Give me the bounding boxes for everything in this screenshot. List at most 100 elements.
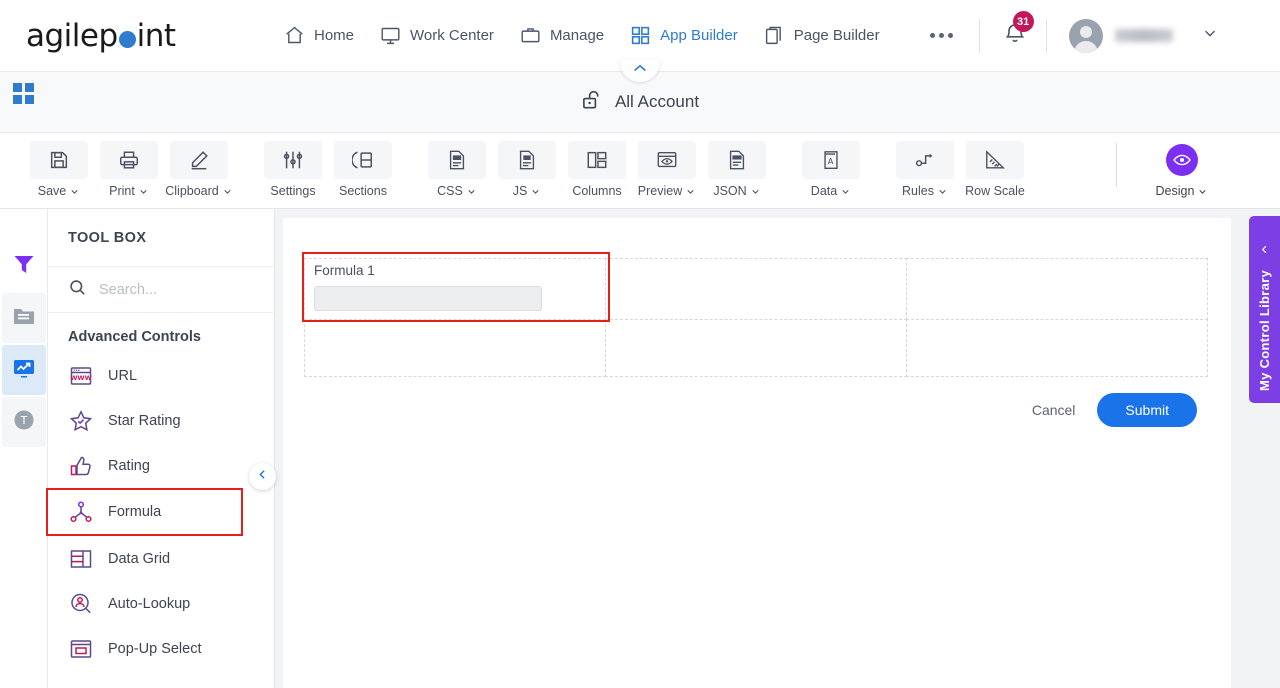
- toolbox-search[interactable]: [48, 267, 274, 313]
- chevron-down-icon: [140, 189, 147, 194]
- toolbar-button-print[interactable]: Print: [94, 139, 164, 198]
- text-t-icon: T: [12, 408, 36, 437]
- toolbar-button-json[interactable]: JSON: [702, 139, 772, 198]
- chevron-down-icon: [1199, 189, 1207, 194]
- columns-layout-icon: [568, 141, 626, 179]
- dot-icon: [938, 33, 944, 38]
- collapse-toolbox-button[interactable]: [249, 463, 276, 490]
- toolbox-label-rating: Rating: [108, 457, 150, 474]
- toolbar-button-row-scale[interactable]: Row Scale: [960, 139, 1030, 198]
- agilepoint-logo[interactable]: agilep int: [26, 18, 192, 54]
- chevron-down-icon: [468, 189, 475, 194]
- toolbar-label-columns: Columns: [572, 184, 622, 198]
- toolbar-button-rules[interactable]: Rules: [890, 139, 960, 198]
- rail-item-templates[interactable]: [1, 293, 46, 343]
- save-floppy-icon: [30, 141, 88, 179]
- url-www-icon: WWW: [68, 364, 94, 388]
- grid-square-icon: [25, 83, 34, 92]
- my-control-library-tab[interactable]: My Control Library: [1249, 216, 1280, 403]
- toolbar-label-design: Design: [1155, 184, 1195, 198]
- home-icon: [284, 25, 305, 46]
- toolbox-item-data-grid[interactable]: Data Grid: [48, 536, 274, 581]
- data-grid-icon: [68, 547, 94, 571]
- toolbar-label-row-scale: Row Scale: [965, 184, 1025, 198]
- nav-item-work-center[interactable]: Work Center: [380, 25, 494, 46]
- form-cell-empty[interactable]: [304, 319, 606, 377]
- rail-item-analytics[interactable]: [1, 345, 46, 395]
- rail-item-filter[interactable]: [2, 241, 46, 291]
- unlock-icon: [581, 88, 604, 116]
- auto-lookup-icon: [68, 592, 94, 616]
- toolbar-button-design[interactable]: Design: [1147, 139, 1217, 198]
- toolbar-button-settings[interactable]: Settings: [258, 139, 328, 198]
- more-menu-button[interactable]: [922, 25, 961, 46]
- nav-label-work-center: Work Center: [410, 27, 494, 44]
- grid-square-icon: [25, 95, 34, 104]
- toolbar-button-columns[interactable]: Columns: [562, 139, 632, 198]
- form-cell-empty[interactable]: [906, 258, 1208, 320]
- formula-field-input[interactable]: [314, 286, 542, 311]
- form-cell-empty[interactable]: [906, 319, 1208, 377]
- collapse-subheader-button[interactable]: [620, 60, 660, 82]
- json-file-icon: [708, 141, 766, 179]
- nav-item-home[interactable]: Home: [284, 25, 354, 46]
- toolbar-label-print: Print: [109, 184, 135, 198]
- toolbox-item-rating[interactable]: Rating: [48, 443, 274, 488]
- toolbar-divider: [1116, 143, 1117, 187]
- toolbar-label-save: Save: [37, 184, 67, 198]
- folder-list-icon: [12, 304, 36, 333]
- search-input[interactable]: [99, 281, 239, 298]
- split-panel-icon: [334, 141, 392, 179]
- rail-item-text[interactable]: T: [1, 397, 46, 447]
- book-a-icon: A: [802, 141, 860, 179]
- toolbar-button-clipboard[interactable]: Clipboard: [164, 139, 234, 198]
- toolbar-button-css[interactable]: CSS: [422, 139, 492, 198]
- chevron-down-icon: [752, 189, 759, 194]
- toolbar-label-json: JSON: [713, 184, 747, 198]
- toolbox-item-url[interactable]: WWW URL: [48, 353, 274, 398]
- nav-item-page-builder[interactable]: Page Builder: [764, 25, 880, 46]
- design-icon-wrap: [1153, 141, 1211, 179]
- toolbar-button-preview[interactable]: Preview: [632, 139, 702, 198]
- chevron-down-icon: [532, 189, 539, 194]
- briefcase-icon: [520, 25, 541, 46]
- toolbar-button-js[interactable]: JS: [492, 139, 562, 198]
- cancel-button[interactable]: Cancel: [1032, 402, 1076, 418]
- submit-button[interactable]: Submit: [1097, 393, 1197, 427]
- logo-text-after: int: [136, 17, 176, 54]
- toolbar-label-css: CSS: [437, 184, 463, 198]
- form-cell-empty[interactable]: [605, 258, 907, 320]
- toolbox-item-star-rating[interactable]: Star Rating: [48, 398, 274, 443]
- toolbox-section-label: Advanced Controls: [68, 329, 201, 345]
- css-file-icon: [428, 141, 486, 179]
- sliders-icon: [264, 141, 322, 179]
- toolbox-title: TOOL BOX: [48, 209, 274, 267]
- toolbar-button-sections[interactable]: Sections: [328, 139, 398, 198]
- notifications-button[interactable]: 31: [1002, 11, 1034, 51]
- nav-item-manage[interactable]: Manage: [520, 25, 604, 46]
- toolbox-panel: TOOL BOX Advanced Controls WWW URL Star …: [46, 209, 275, 688]
- toolbox-item-auto-lookup[interactable]: Auto-Lookup: [48, 581, 274, 626]
- popup-select-icon: [68, 637, 94, 661]
- toolbar-button-save[interactable]: Save: [24, 139, 94, 198]
- toolbar-button-data[interactable]: A Data: [796, 139, 866, 198]
- toolbox-item-formula[interactable]: Formula: [46, 488, 243, 536]
- copy-pages-icon: [764, 25, 785, 46]
- chevron-down-icon: [224, 189, 231, 194]
- form-canvas: Formula 1 Cancel Submit: [283, 218, 1231, 688]
- toolbar-label-preview: Preview: [637, 184, 683, 198]
- notification-badge: 31: [1012, 11, 1034, 32]
- main-nav: Home Work Center Manage App Builder Page…: [284, 25, 961, 46]
- nav-label-home: Home: [314, 27, 355, 44]
- header-divider: [978, 18, 980, 53]
- form-cell-empty[interactable]: [605, 319, 907, 377]
- header-divider: [1045, 18, 1047, 53]
- nav-item-app-builder[interactable]: App Builder: [630, 25, 738, 46]
- grid-icon: [630, 25, 651, 46]
- apps-grid-button[interactable]: [13, 83, 34, 104]
- user-menu-chevron-down-icon[interactable]: [1201, 24, 1219, 47]
- toolbox-item-popup-select[interactable]: Pop-Up Select: [48, 626, 274, 671]
- eye-icon: [1166, 144, 1198, 176]
- chevron-left-icon: [256, 468, 269, 486]
- user-menu[interactable]: [1068, 18, 1173, 53]
